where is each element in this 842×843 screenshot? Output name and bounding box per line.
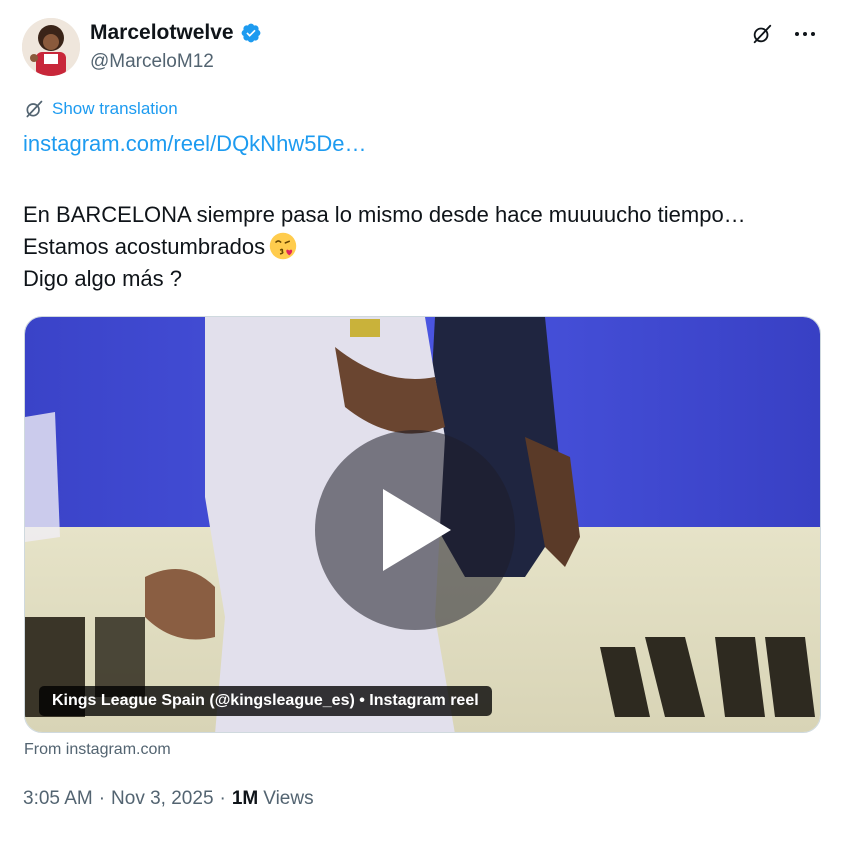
tweet-line-2: Estamos acostumbrados: [23, 231, 823, 263]
avatar[interactable]: [22, 18, 80, 76]
verified-badge-icon: [241, 23, 260, 43]
tweet-line-2-text: Estamos acostumbrados: [23, 234, 266, 259]
avatar-image: [22, 18, 80, 76]
meta-separator-1: ·: [98, 788, 106, 809]
media-caption: Kings League Spain (@kingsleague_es) • I…: [39, 686, 492, 716]
media-source[interactable]: From instagram.com: [24, 741, 171, 759]
more-dots-icon: [795, 32, 815, 36]
author-info: Marcelotwelve @MarceloM12: [90, 20, 262, 73]
grok-icon[interactable]: [748, 20, 776, 48]
tweet-text: En BARCELONA siempre pasa lo mismo desde…: [23, 199, 823, 295]
tweet-date[interactable]: Nov 3, 2025: [111, 788, 213, 810]
name-row: Marcelotwelve: [90, 20, 262, 46]
play-button[interactable]: [315, 430, 515, 630]
tweet-time[interactable]: 3:05 AM: [23, 788, 93, 810]
tweet-line-1: En BARCELONA siempre pasa lo mismo desde…: [23, 202, 746, 227]
media-card[interactable]: Kings League Spain (@kingsleague_es) • I…: [24, 316, 821, 733]
tweet-header: Marcelotwelve @MarceloM12: [22, 16, 822, 78]
views-count: 1M: [231, 788, 259, 809]
face-blowing-kiss-icon: [269, 232, 297, 260]
translate-grok-icon: [26, 100, 43, 118]
show-translation-label: Show translation: [52, 99, 178, 118]
more-icon[interactable]: [790, 20, 820, 48]
tweet-meta: 3:05 AM · Nov 3, 2025 · 1M Views: [23, 788, 314, 810]
meta-separator-2: ·: [219, 788, 226, 809]
instagram-link[interactable]: instagram.com/reel/DQkNhw5De…: [23, 131, 367, 157]
grok-icon-glyph: [753, 24, 772, 44]
play-icon: [383, 489, 451, 571]
handle[interactable]: @MarceloM12: [90, 51, 262, 73]
views-label: Views: [263, 788, 314, 809]
show-translation-button[interactable]: Show translation: [24, 99, 178, 119]
tweet-line-3: Digo algo más ?: [23, 266, 182, 291]
display-name[interactable]: Marcelotwelve: [90, 21, 234, 45]
